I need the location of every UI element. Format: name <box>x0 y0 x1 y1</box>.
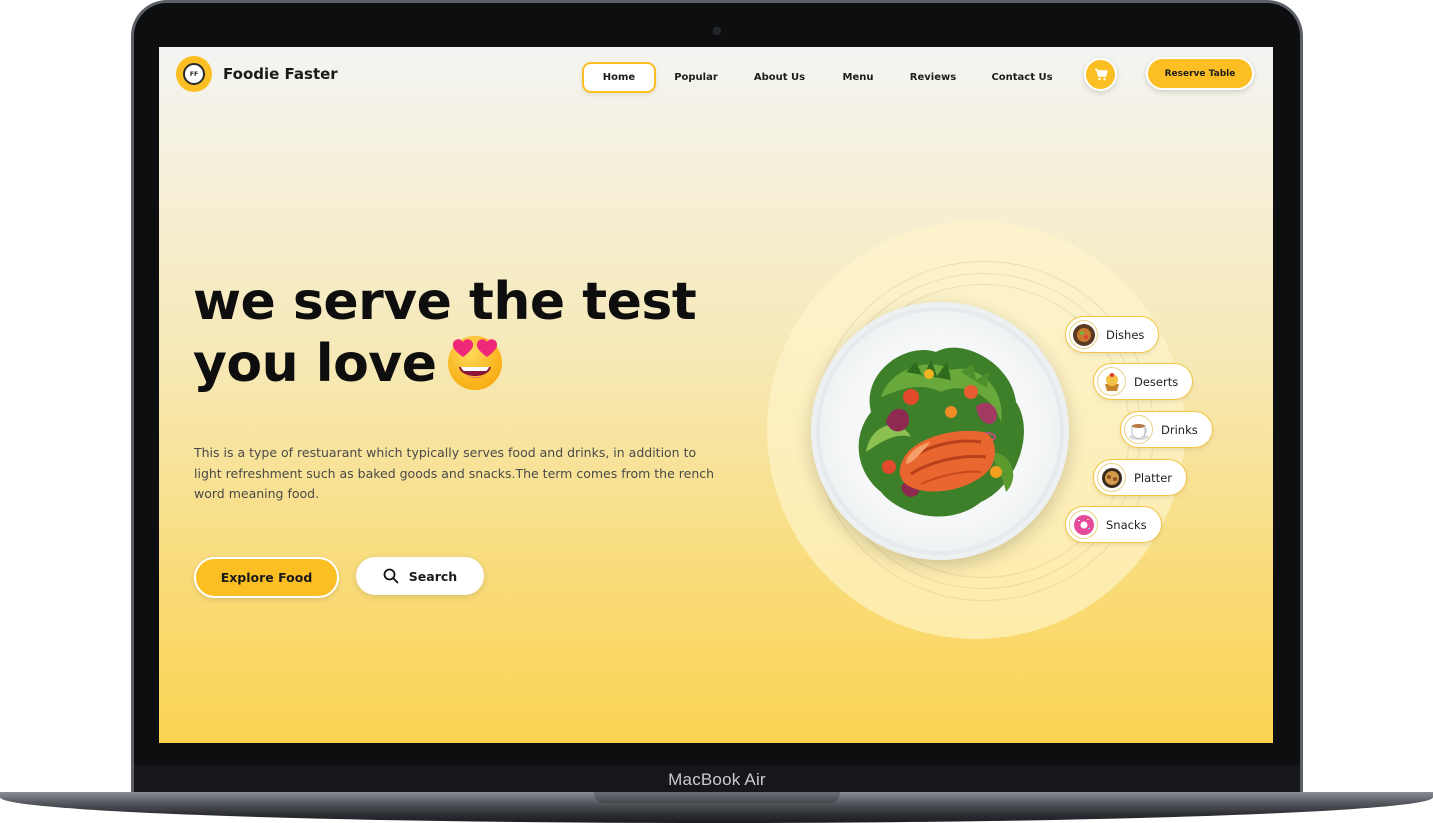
search-button-label: Search <box>408 568 458 584</box>
hero-description: This is a type of restuarant which typic… <box>194 445 715 501</box>
category-label: Dishes <box>1106 327 1145 342</box>
category-dishes[interactable]: Dishes <box>1065 316 1160 353</box>
category-label: Drinks <box>1161 422 1198 437</box>
nav-menu[interactable]: Menu <box>833 62 883 93</box>
cart-button[interactable] <box>1084 58 1117 91</box>
camera-icon <box>713 27 721 35</box>
nav-popular[interactable]: Popular <box>666 62 726 93</box>
category-platter[interactable]: Platter <box>1093 459 1187 496</box>
hero-title-line-1: we serve the test <box>193 272 697 332</box>
platter-icon <box>1097 463 1126 492</box>
hero-title-line-2: you love <box>193 334 437 394</box>
category-label: Deserts <box>1134 374 1179 389</box>
salmon-salad-icon <box>816 307 1064 555</box>
category-label: Platter <box>1134 470 1172 485</box>
category-deserts[interactable]: Deserts <box>1093 363 1194 400</box>
category-snacks[interactable]: Snacks <box>1065 506 1162 543</box>
dishes-icon <box>1069 320 1098 349</box>
drinks-icon <box>1124 415 1153 444</box>
reserve-table-button[interactable]: Reserve Table <box>1146 57 1254 90</box>
salad-plate-image <box>811 302 1069 560</box>
device-label: MacBook Air <box>668 770 766 789</box>
search-button[interactable]: Search <box>356 557 484 595</box>
heart-eyes-emoji-icon <box>448 336 503 390</box>
nav-home[interactable]: Home <box>582 62 656 93</box>
snacks-icon <box>1069 510 1098 539</box>
search-icon <box>383 568 399 584</box>
nav-about-us[interactable]: About Us <box>747 62 812 93</box>
hero-title-line-2-wrap: you love <box>193 333 733 395</box>
category-drinks[interactable]: Drinks <box>1120 411 1213 448</box>
category-label: Snacks <box>1106 517 1147 532</box>
cart-icon <box>1094 68 1108 81</box>
hero-title: we serve the test you love <box>193 271 733 395</box>
explore-food-button[interactable]: Explore Food <box>194 557 339 598</box>
laptop-notch <box>594 792 840 803</box>
nav-contact-us[interactable]: Contact Us <box>987 62 1057 93</box>
nav-reviews[interactable]: Reviews <box>903 62 963 93</box>
website-screen: FF Foodie Faster Home Popular About Us M… <box>159 47 1273 743</box>
laptop-chin: MacBook Air <box>134 765 1300 795</box>
deserts-icon <box>1097 367 1126 396</box>
